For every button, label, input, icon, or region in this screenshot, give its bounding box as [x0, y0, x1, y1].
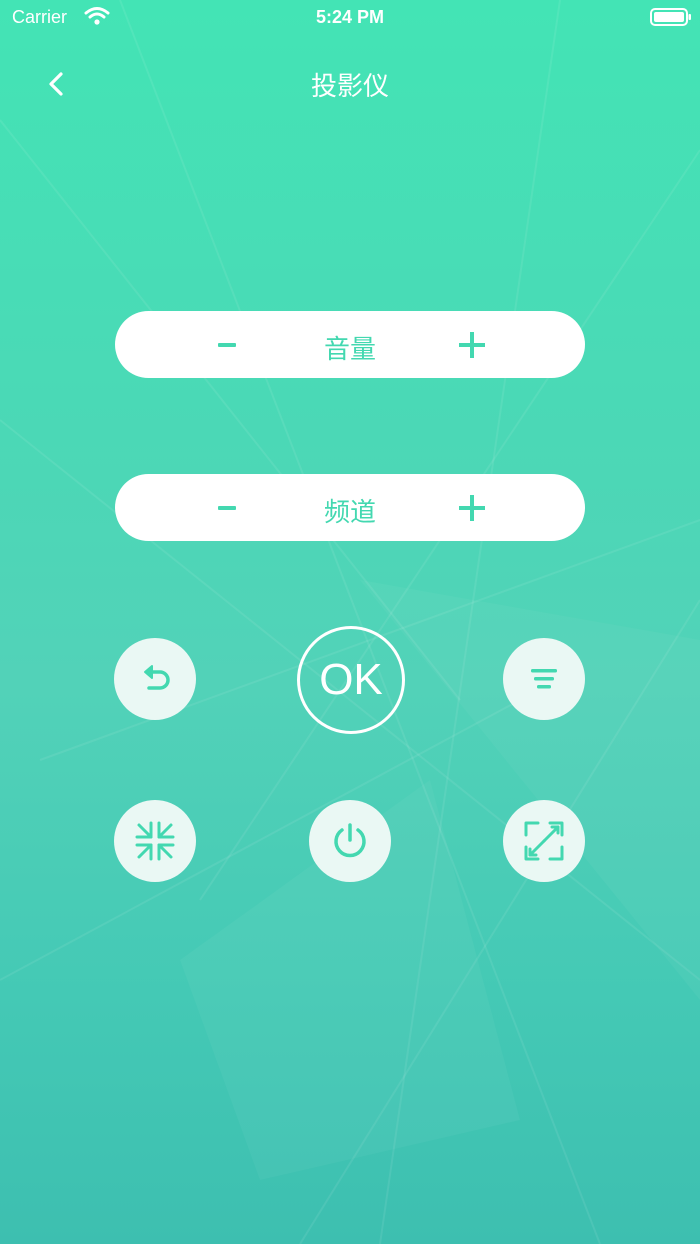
volume-up-button[interactable] [453, 311, 491, 378]
page-title: 投影仪 [310, 72, 389, 102]
return-button[interactable] [114, 638, 196, 720]
return-icon [144, 665, 170, 690]
status-bar: Carrier 5:24 PM [0, 0, 700, 36]
channel-control: 频道 [115, 474, 585, 541]
menu-icon [531, 669, 557, 689]
background-pattern [0, 0, 700, 1244]
shrink-icon [135, 821, 175, 861]
volume-control: 音量 [115, 311, 585, 378]
channel-up-button[interactable] [453, 474, 491, 541]
expand-icon [524, 821, 564, 861]
channel-label: 频道 [323, 498, 376, 528]
battery-icon [650, 8, 691, 26]
menu-button[interactable] [503, 638, 585, 720]
expand-button[interactable] [503, 800, 585, 882]
plus-icon [459, 331, 485, 358]
power-button[interactable] [309, 800, 391, 882]
ok-button[interactable]: OK [297, 626, 405, 734]
power-icon [334, 823, 366, 858]
status-time: 5:24 PM [315, 7, 385, 27]
ok-label: OK [319, 655, 383, 704]
volume-label: 音量 [323, 335, 376, 365]
shrink-button[interactable] [114, 800, 196, 882]
plus-icon [459, 494, 485, 521]
